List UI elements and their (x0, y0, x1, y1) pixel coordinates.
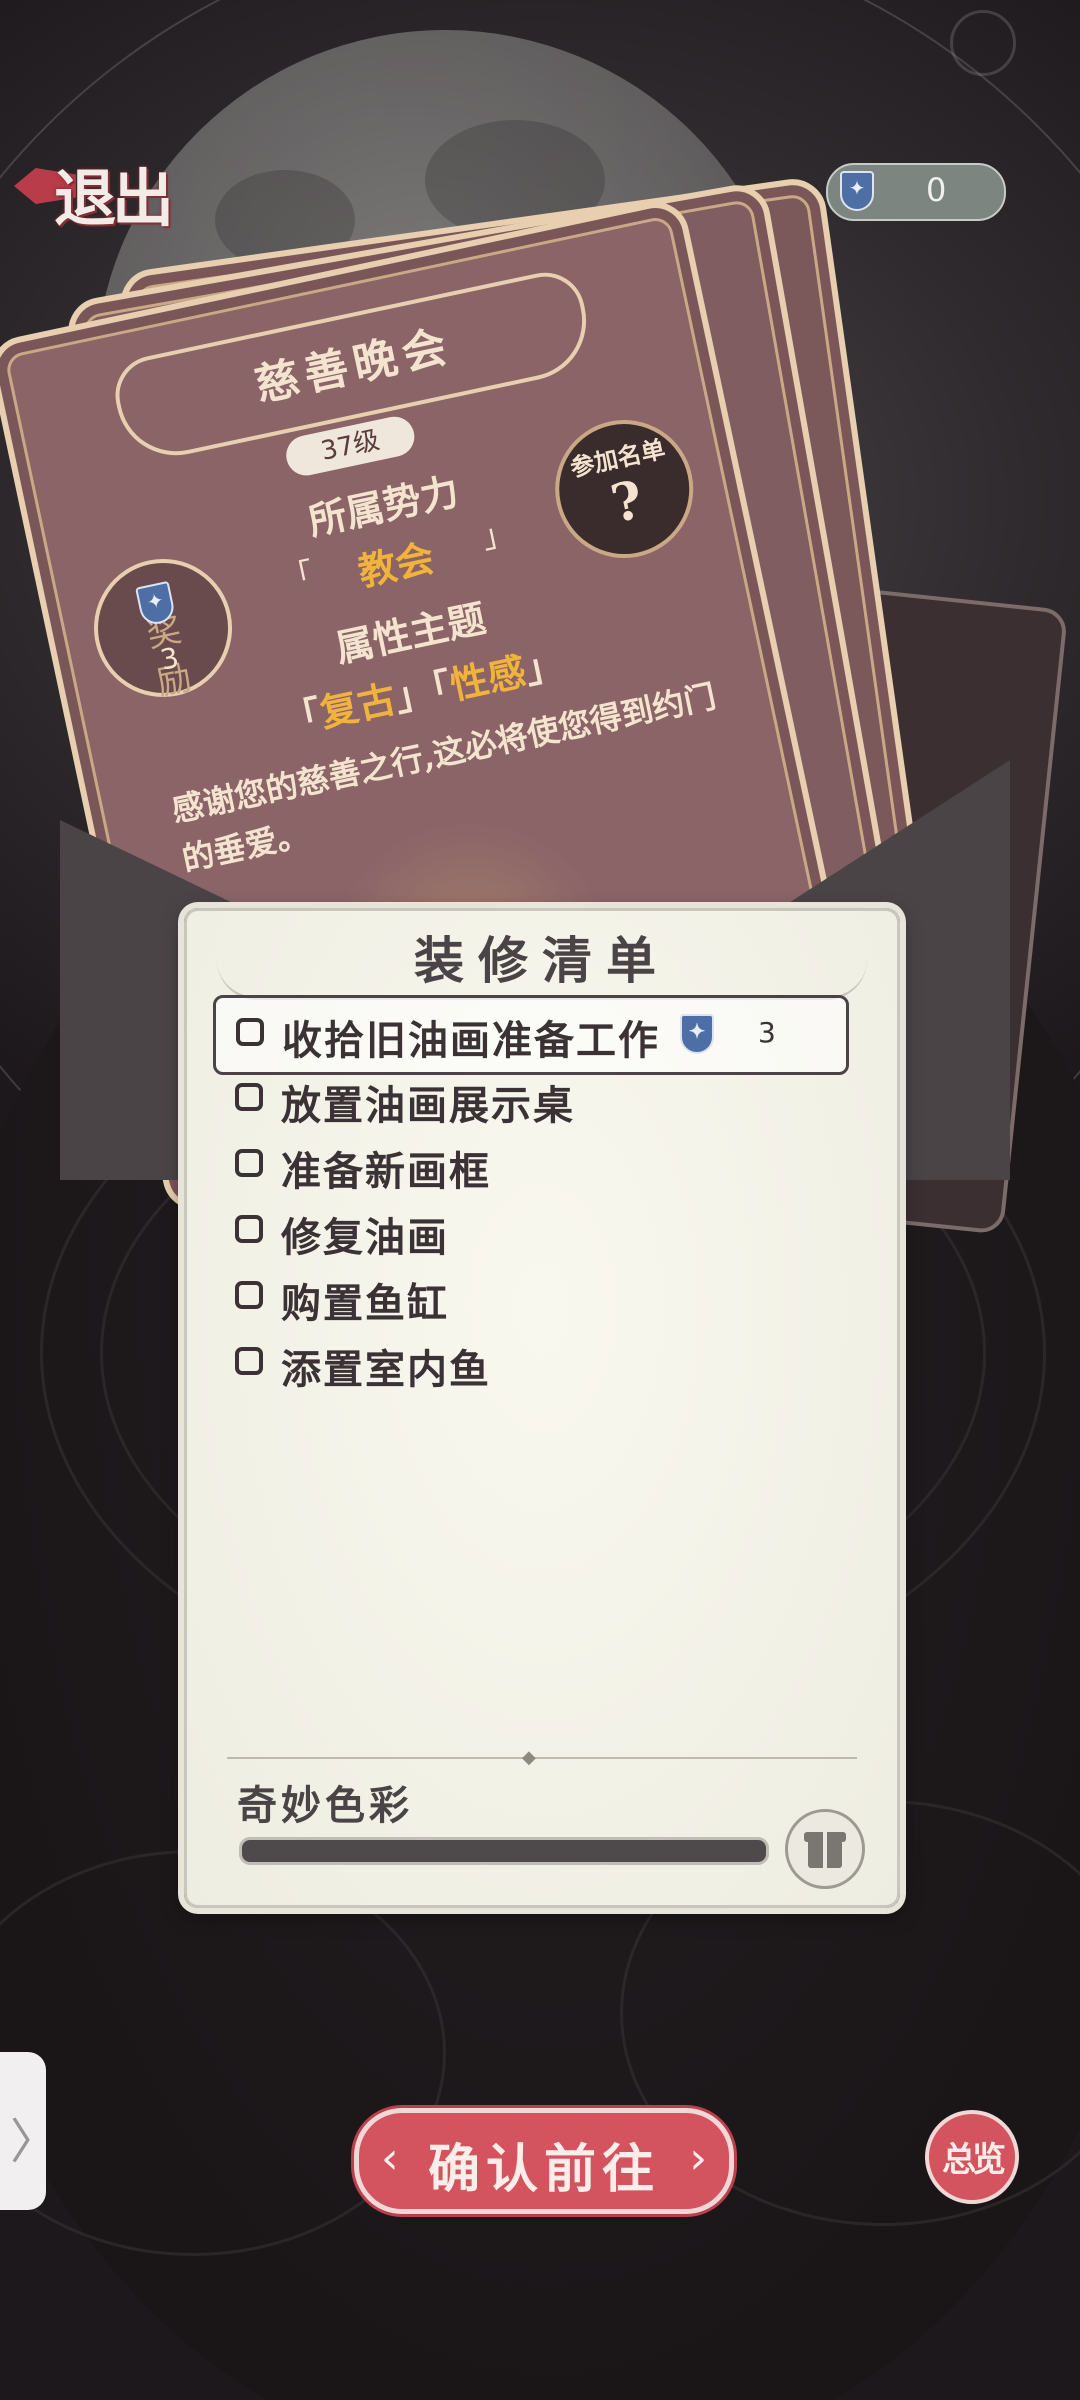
currency-counter: 0 (826, 163, 1006, 221)
checkbox[interactable] (235, 1281, 263, 1309)
task-label: 放置油画展示桌 (281, 1082, 575, 1129)
divider (227, 1757, 857, 1759)
exit-button[interactable]: 退出 (14, 140, 189, 235)
overview-button[interactable]: 总览 (925, 2110, 1019, 2204)
overview-label: 总览 (942, 2140, 1006, 2180)
shield-badge-icon (840, 171, 874, 211)
task-label: 修复油画 (281, 1214, 449, 1261)
checkbox[interactable] (235, 1215, 263, 1243)
task-item[interactable]: 放置油画展示桌 (215, 1063, 845, 1137)
style-reward-label: 奇妙色彩 (237, 1782, 413, 1829)
chevron-right-icon: 〉 (10, 2114, 59, 2170)
theme-tag: 复古 (316, 675, 400, 736)
divider-ornament-icon: ◆ (522, 1747, 536, 1768)
gift-button[interactable] (785, 1809, 865, 1889)
theme-tag: 性感 (446, 648, 530, 708)
task-label: 收拾旧油画准备工作 (282, 1017, 660, 1064)
task-item[interactable]: 准备新画框 (215, 1129, 845, 1203)
checkbox[interactable] (235, 1347, 263, 1375)
shield-badge-icon (680, 1014, 714, 1054)
checklist-title: 装修清单 (414, 931, 670, 990)
confirm-label: 确认前往 (427, 2139, 660, 2200)
task-item[interactable]: 修复油画 (215, 1195, 845, 1269)
progress-bar (239, 1837, 769, 1865)
currency-value: 0 (926, 171, 947, 209)
task-label: 添置室内鱼 (281, 1346, 491, 1393)
task-item[interactable]: 购置鱼缸 (215, 1261, 845, 1335)
confirm-go-button[interactable]: ‹ 确认前往 › (354, 2108, 734, 2214)
chevron-right-icon: › (689, 2133, 707, 2184)
task-label: 购置鱼缸 (281, 1280, 449, 1327)
task-label: 准备新画框 (281, 1148, 491, 1195)
checkbox[interactable] (236, 1018, 264, 1046)
panel-header: 装修清单 (217, 917, 867, 1000)
exit-label: 退出 (54, 162, 174, 235)
task-reward-count: 3 (758, 1016, 776, 1049)
task-item[interactable]: 添置室内鱼 (215, 1327, 845, 1401)
side-drawer-tab[interactable]: 〉 (0, 2052, 58, 2210)
checkbox[interactable] (235, 1083, 263, 1111)
checkbox[interactable] (235, 1149, 263, 1177)
renovation-checklist-panel: 装修清单 收拾旧油画准备工作 3 放置油画展示桌 准备新画框 修复油画 购置鱼缸… (184, 908, 900, 1908)
